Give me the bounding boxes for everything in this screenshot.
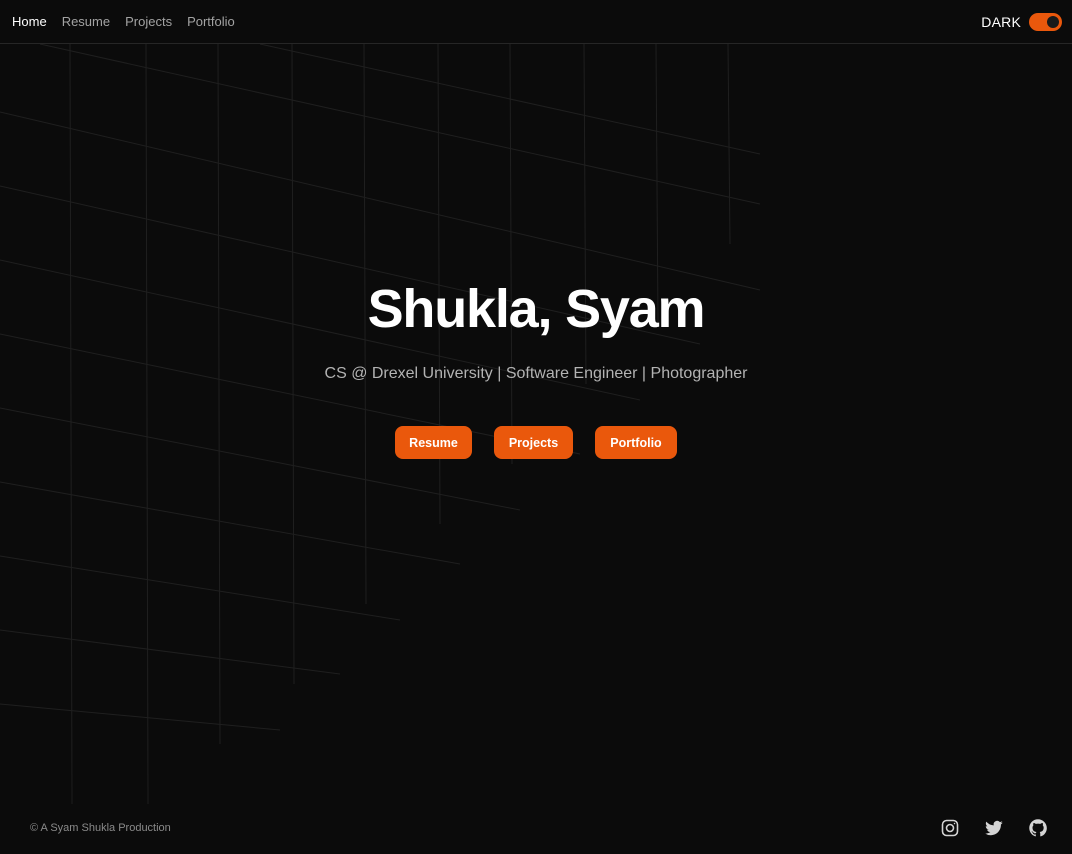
- cta-buttons: Resume Projects Portfolio: [0, 426, 1072, 459]
- github-icon[interactable]: [1024, 814, 1052, 842]
- hero-subtitle: CS @ Drexel University | Software Engine…: [324, 365, 748, 382]
- page: Home Resume Projects Portfolio DARK Shuk…: [0, 0, 1072, 854]
- toggle-knob: [1047, 15, 1059, 28]
- theme-label: DARK: [981, 13, 1021, 30]
- hero-section: Shukla, Syam CS @ Drexel University | So…: [0, 270, 1072, 459]
- portfolio-button[interactable]: Portfolio: [595, 426, 677, 459]
- footer: © A Syam Shukla Production: [0, 812, 1072, 844]
- nav-link-home[interactable]: Home: [12, 14, 47, 29]
- top-navbar: Home Resume Projects Portfolio DARK: [0, 0, 1072, 44]
- nav-link-portfolio[interactable]: Portfolio: [187, 14, 235, 29]
- hero-title: Shukla, Syam: [367, 279, 706, 339]
- nav-link-projects[interactable]: Projects: [125, 14, 172, 29]
- instagram-icon[interactable]: [936, 814, 964, 842]
- nav-link-resume[interactable]: Resume: [62, 14, 110, 29]
- projects-button[interactable]: Projects: [494, 426, 573, 459]
- copyright-text: © A Syam Shukla Production: [30, 822, 171, 834]
- social-links: [936, 814, 1052, 842]
- twitter-icon[interactable]: [980, 814, 1008, 842]
- resume-button[interactable]: Resume: [395, 426, 472, 459]
- nav-links: Home Resume Projects Portfolio: [12, 14, 235, 29]
- dark-mode-toggle[interactable]: [1029, 12, 1062, 31]
- theme-switcher: DARK: [981, 12, 1062, 31]
